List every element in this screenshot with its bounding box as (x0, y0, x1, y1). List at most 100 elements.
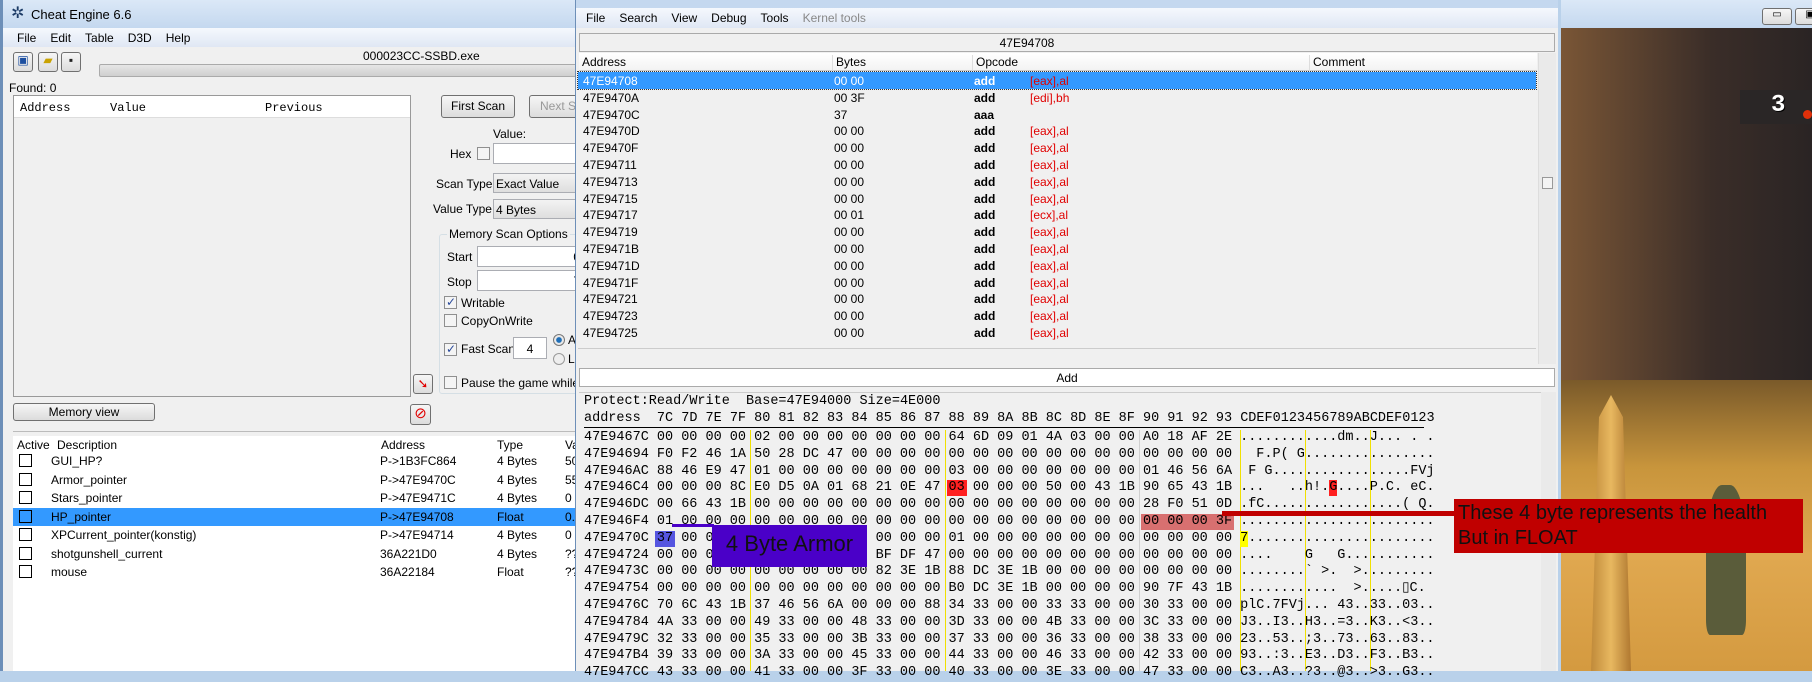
first-scan-button[interactable]: First Scan (441, 95, 515, 118)
disasm-row[interactable]: 47E94717 00 01 add [ecx],al (578, 206, 1536, 223)
hex-address: 47E946DC (584, 497, 649, 513)
health-annotation: These 4 byte represents the health But i… (1454, 499, 1803, 553)
menu-help[interactable]: Help (166, 31, 191, 45)
disasm-row[interactable]: 47E9470D 00 00 add [eax],al (578, 122, 1536, 139)
minimize-button[interactable]: ▭ (1762, 8, 1792, 25)
active-checkbox[interactable] (19, 472, 32, 486)
disasm-row[interactable]: 47E94715 00 00 add [eax],al (578, 190, 1536, 207)
hex-bytes: 00 00 00 00 02 00 00 00 00 00 00 00 64 6… (656, 430, 1233, 445)
menu-file[interactable]: File (586, 11, 605, 25)
table-row[interactable]: HP_pointer P->47E94708 Float 0.5 (13, 507, 582, 526)
disasm-row[interactable]: 47E94723 00 00 add [eax],al (578, 307, 1536, 324)
cell-address: 47E9471D (583, 258, 640, 273)
active-checkbox[interactable] (19, 454, 32, 467)
cell-operand: [eax],al (1030, 326, 1069, 340)
hex-ascii: ... ..h!.G....P.C. eC. (1240, 480, 1435, 496)
col-description[interactable]: Description (57, 438, 117, 452)
disasm-row[interactable]: 47E94725 00 00 add [eax],al (578, 324, 1536, 341)
menu-kernel-tools[interactable]: Kernel tools (803, 11, 866, 25)
save-button[interactable]: ▪ (61, 52, 81, 72)
health-annotation-line1: These 4 byte represents the health (1458, 502, 1768, 524)
table-row[interactable]: mouse 36A22184 Float?? (13, 563, 578, 581)
cell-operand: [eax],al (1030, 309, 1069, 324)
cell-opcode: add (974, 208, 996, 223)
col-value[interactable]: Value (110, 101, 146, 115)
copyonwrite-checkbox[interactable] (444, 314, 457, 327)
disasm-row[interactable]: 47E94708 00 00 add [eax],al (577, 71, 1537, 90)
table-row[interactable]: Stars_pointer P->47E9471C 4 Bytes 0 (13, 489, 578, 507)
results-list[interactable]: Address Value Previous (13, 95, 411, 397)
col-address[interactable]: Address (582, 55, 626, 69)
col-previous[interactable]: Previous (265, 101, 323, 115)
table-row[interactable]: XPCurrent_pointer(konstig) P->47E94714 4 B… (13, 526, 578, 544)
splitter[interactable] (13, 431, 579, 434)
process-name: 000023CC-SSBD.exe (363, 49, 480, 63)
lastdigits-radio[interactable] (553, 353, 565, 365)
col-comment[interactable]: Comment (1309, 55, 1365, 71)
hex-checkbox[interactable] (477, 147, 490, 160)
open-file-button[interactable]: ▰ (38, 52, 58, 72)
disasm-row[interactable]: 47E9471B 00 00 add [eax],al (578, 240, 1536, 257)
stop-input[interactable]: 7 (477, 270, 587, 291)
cell-opcode: aaa (974, 107, 995, 122)
menu-table[interactable]: Table (85, 31, 114, 45)
hex-address: 47E947B4 (584, 648, 649, 664)
stop-scan-button[interactable]: ⊘ (410, 404, 431, 425)
cheat-engine-window: ✲ Cheat Engine 6.6 File Edit Table D3D Help … (0, 0, 589, 671)
col-bytes[interactable]: Bytes (832, 55, 866, 71)
menu-file[interactable]: File (17, 31, 36, 45)
table-row[interactable]: GUI_HP? P->1B3FC864 4 Bytes 50 (13, 452, 578, 470)
hex-ascii: ............dm..J... . . (1240, 430, 1435, 445)
cell-bytes: 00 00 (834, 141, 865, 156)
copyonwrite-label: CopyOnWrite (461, 314, 533, 328)
cell-bytes: 00 00 (834, 74, 865, 88)
disasm-row[interactable]: 47E9471D 00 00 add [eax],al (578, 257, 1536, 274)
add-address-arrow-button[interactable]: ➘ (413, 374, 433, 394)
active-checkbox[interactable] (19, 546, 32, 560)
disasm-row[interactable]: 47E94721 00 00 add [eax],al (578, 290, 1536, 307)
menu-d3d[interactable]: D3D (128, 31, 152, 45)
active-checkbox[interactable] (19, 491, 32, 504)
cell-value: 0 (565, 491, 572, 505)
scan-type-select[interactable]: Exact Value (493, 173, 583, 193)
maximize-button[interactable]: ▣ (1795, 8, 1812, 25)
active-checkbox[interactable] (19, 509, 32, 523)
value-type-select[interactable]: 4 Bytes (493, 199, 583, 219)
disasm-row[interactable]: 47E94711 00 00 add [eax],al (578, 156, 1536, 173)
col-address[interactable]: Address (381, 438, 425, 452)
writable-checkbox[interactable] (444, 295, 457, 309)
start-input[interactable]: 0 (477, 246, 587, 267)
open-process-button[interactable]: ▣ (13, 52, 33, 72)
table-row[interactable]: shotgunshell_current 36A221D0 4 Bytes?? (13, 545, 578, 563)
active-checkbox[interactable] (19, 528, 32, 541)
memory-view-button[interactable]: Memory view (13, 403, 155, 421)
menu-edit[interactable]: Edit (50, 31, 71, 45)
col-type[interactable]: Type (497, 438, 523, 452)
disasm-row[interactable]: 47E9470C 37 aaa (578, 106, 1536, 123)
menu-tools[interactable]: Tools (761, 11, 789, 25)
active-checkbox[interactable] (19, 565, 32, 578)
alignment-radio[interactable] (553, 334, 565, 346)
col-address[interactable]: Address (20, 101, 70, 115)
table-row[interactable]: Armor_pointer P->47E9470C 4 Bytes 55 (13, 471, 578, 489)
disasm-row[interactable]: 47E94713 00 00 add [eax],al (578, 173, 1536, 190)
menu-view[interactable]: View (671, 11, 697, 25)
cell-operand: [edi],bh (1030, 90, 1070, 105)
fastscan-alignment-input[interactable]: 4 (513, 337, 547, 359)
address-box[interactable]: 47E94708 (579, 33, 1555, 52)
pause-game-checkbox[interactable] (444, 376, 457, 389)
disasm-row[interactable]: 47E9471F 00 00 add [eax],al (578, 274, 1536, 291)
col-active[interactable]: Active (17, 438, 50, 452)
disasm-row[interactable]: 47E94719 00 00 add [eax],al (578, 223, 1536, 240)
disasm-scrollbar[interactable] (1538, 53, 1556, 364)
disasm-row[interactable]: 47E9470F 00 00 add [eax],al (578, 139, 1536, 156)
menu-debug[interactable]: Debug (711, 11, 746, 25)
title-bar (576, 0, 1558, 8)
scrollbar-thumb[interactable] (1542, 177, 1553, 189)
menu-search[interactable]: Search (619, 11, 657, 25)
col-opcode[interactable]: Opcode (972, 55, 1018, 71)
disasm-row[interactable]: 47E9470A 00 3F add [edi],bh (578, 89, 1536, 106)
hex-address: 47E94754 (584, 581, 649, 597)
fastscan-checkbox[interactable] (444, 342, 457, 356)
value-input[interactable] (493, 143, 583, 164)
